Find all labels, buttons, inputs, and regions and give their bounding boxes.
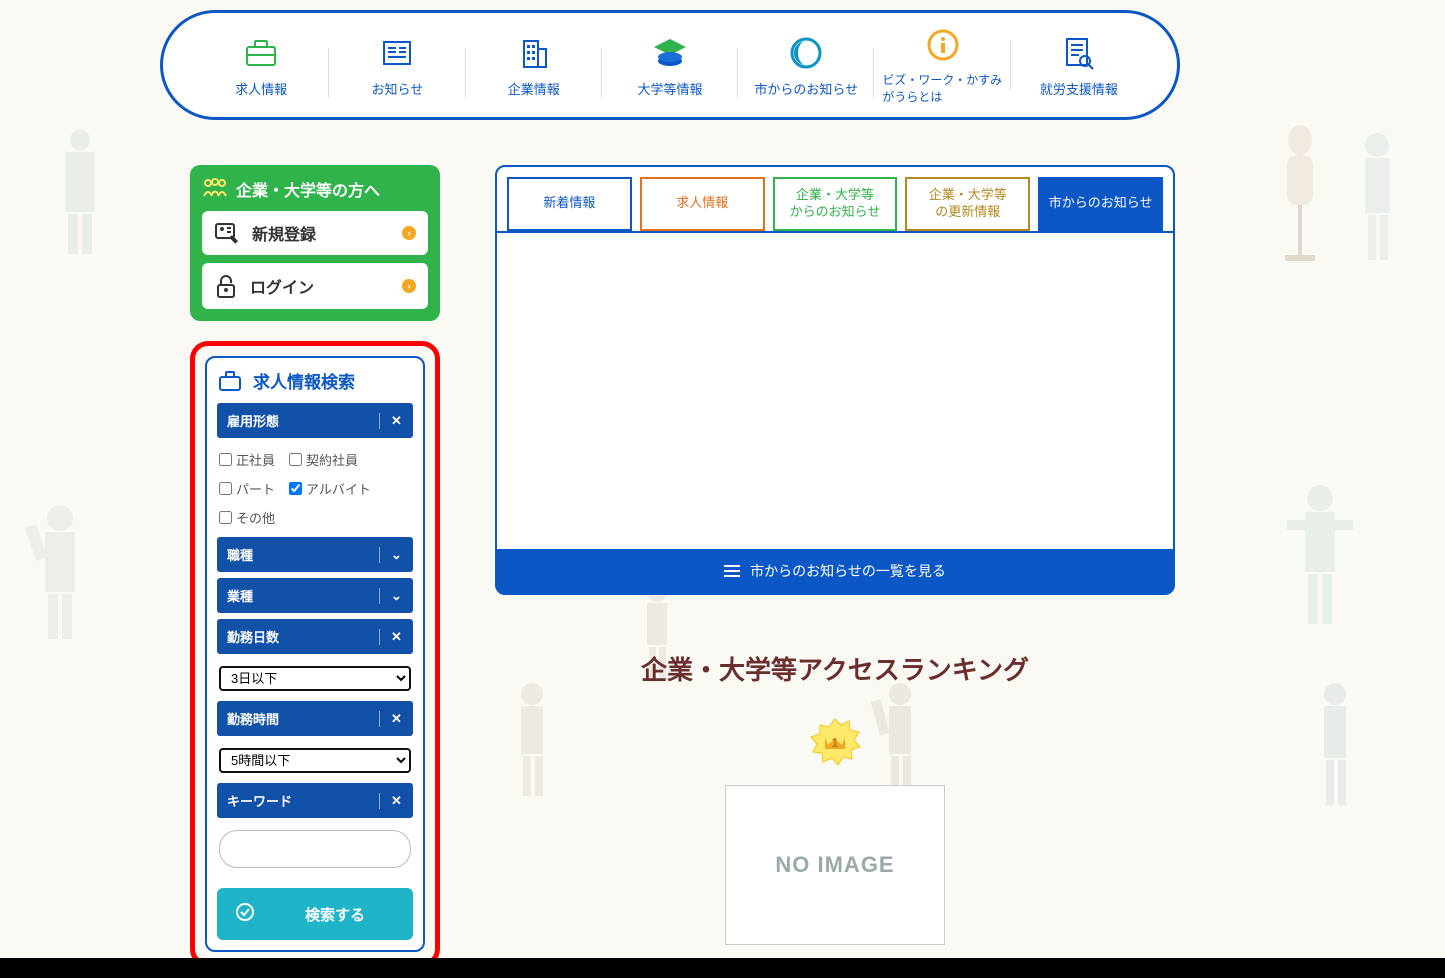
register-label: 新規登録 <box>252 221 316 245</box>
nav-label: 就労支援情報 <box>1040 79 1118 98</box>
lock-icon <box>214 273 238 299</box>
doc-search-icon <box>1059 33 1099 73</box>
nav-label: 求人情報 <box>235 79 287 98</box>
nav-item-city-news[interactable]: 市からのお知らせ <box>738 33 874 98</box>
tab[interactable]: 求人情報 <box>640 177 765 231</box>
employment-checkbox[interactable] <box>219 453 232 466</box>
employment-option[interactable]: 契約社員 <box>289 450 358 469</box>
rank-badge: 1 <box>808 717 862 771</box>
building-icon <box>514 33 554 73</box>
nav-label: 企業情報 <box>508 79 560 98</box>
bg-person-icon <box>1305 680 1365 820</box>
workdays-select[interactable]: 3日以下 <box>219 666 411 691</box>
nav-item-jobs[interactable]: 求人情報 <box>193 33 329 98</box>
filter-jobtype-header[interactable]: 職種 ⌄ <box>217 537 413 572</box>
filter-industry-header[interactable]: 業種 ⌄ <box>217 578 413 613</box>
employment-checkbox[interactable] <box>289 482 302 495</box>
crescent-icon <box>786 33 826 73</box>
bg-mannequin-icon <box>1265 120 1335 280</box>
register-button[interactable]: 新規登録 › <box>202 211 428 255</box>
company-box-title: 企業・大学等の方へ <box>202 177 428 201</box>
graduation-icon <box>650 33 690 73</box>
people-icon <box>202 178 228 200</box>
company-login-box: 企業・大学等の方へ 新規登録 › ログイン › <box>190 165 440 321</box>
login-label: ログイン <box>250 274 314 298</box>
employment-checkbox[interactable] <box>219 511 232 524</box>
nav-label: ビズ・ワーク・かすみがうらとは <box>882 71 1002 105</box>
job-search-box: 求人情報検索 雇用形態 ✕ 正社員契約社員パートアルバイトその他 職種 ⌄ 業種… <box>205 356 425 952</box>
top-navigation: 求人情報 お知らせ 企業情報 大学等情報 市からのお知らせ ビズ・ワーク・かすみ… <box>160 10 1180 120</box>
employment-option[interactable]: パート <box>219 479 275 498</box>
bg-person-icon <box>1275 480 1365 650</box>
nav-label: お知らせ <box>372 79 424 98</box>
keyword-input[interactable] <box>219 830 411 868</box>
news-icon <box>377 33 417 73</box>
bg-person-icon <box>20 500 100 660</box>
info-icon <box>923 25 963 65</box>
search-highlight-frame: 求人情報検索 雇用形態 ✕ 正社員契約社員パートアルバイトその他 職種 ⌄ 業種… <box>190 341 440 967</box>
employment-checkbox[interactable] <box>289 453 302 466</box>
tab[interactable]: 企業・大学等 からのお知らせ <box>773 177 898 231</box>
list-icon <box>724 565 740 577</box>
card-footer-link[interactable]: 市からのお知らせの一覧を見る <box>497 549 1173 593</box>
tabs-row: 新着情報求人情報企業・大学等 からのお知らせ企業・大学等 の更新情報市からのお知… <box>497 167 1173 233</box>
chevron-down-icon[interactable]: ⌄ <box>379 588 403 604</box>
employment-option[interactable]: アルバイト <box>289 479 371 498</box>
bg-person-icon <box>1350 130 1405 280</box>
tab[interactable]: 市からのお知らせ <box>1038 177 1163 231</box>
close-icon[interactable]: ✕ <box>379 629 403 645</box>
chevron-down-icon[interactable]: ⌄ <box>379 547 403 563</box>
nav-item-university[interactable]: 大学等情報 <box>602 33 738 98</box>
nav-item-company[interactable]: 企業情報 <box>466 33 602 98</box>
briefcase-icon <box>217 369 243 393</box>
register-icon <box>214 221 240 245</box>
search-title: 求人情報検索 <box>217 368 413 393</box>
nav-item-about[interactable]: ビズ・ワーク・かすみがうらとは <box>874 25 1010 105</box>
bottom-bar <box>0 958 1445 978</box>
check-icon <box>235 902 255 926</box>
workhours-select[interactable]: 5時間以下 <box>219 748 411 773</box>
chevron-right-icon: › <box>402 279 416 293</box>
nav-label: 市からのお知らせ <box>754 79 858 98</box>
nav-item-support[interactable]: 就労支援情報 <box>1011 33 1147 98</box>
employment-option[interactable]: その他 <box>219 508 275 527</box>
tab[interactable]: 新着情報 <box>507 177 632 231</box>
tab[interactable]: 企業・大学等 の更新情報 <box>905 177 1030 231</box>
bg-person-icon <box>50 120 110 260</box>
employment-checkbox[interactable] <box>219 482 232 495</box>
chevron-right-icon: › <box>402 226 416 240</box>
filter-workdays-header[interactable]: 勤務日数 ✕ <box>217 619 413 654</box>
close-icon[interactable]: ✕ <box>379 413 403 429</box>
nav-item-news[interactable]: お知らせ <box>329 33 465 98</box>
employment-option[interactable]: 正社員 <box>219 450 275 469</box>
filter-workhours-header[interactable]: 勤務時間 ✕ <box>217 701 413 736</box>
filter-keyword-header[interactable]: キーワード ✕ <box>217 783 413 818</box>
ranking-section: 企業・大学等アクセスランキング 1 NO IMAGE <box>495 650 1175 945</box>
close-icon[interactable]: ✕ <box>379 711 403 727</box>
news-card: 新着情報求人情報企業・大学等 からのお知らせ企業・大学等 の更新情報市からのお知… <box>495 165 1175 595</box>
card-body <box>497 233 1173 549</box>
search-button[interactable]: 検索する <box>217 888 413 940</box>
filter-employment-header[interactable]: 雇用形態 ✕ <box>217 403 413 438</box>
ranking-title: 企業・大学等アクセスランキング <box>495 650 1175 687</box>
briefcase-icon <box>241 33 281 73</box>
close-icon[interactable]: ✕ <box>379 793 403 809</box>
login-button[interactable]: ログイン › <box>202 263 428 309</box>
svg-text:1: 1 <box>831 735 838 750</box>
no-image-placeholder: NO IMAGE <box>725 785 945 945</box>
nav-label: 大学等情報 <box>637 79 702 98</box>
filter-employment-body: 正社員契約社員パートアルバイトその他 <box>217 444 413 537</box>
